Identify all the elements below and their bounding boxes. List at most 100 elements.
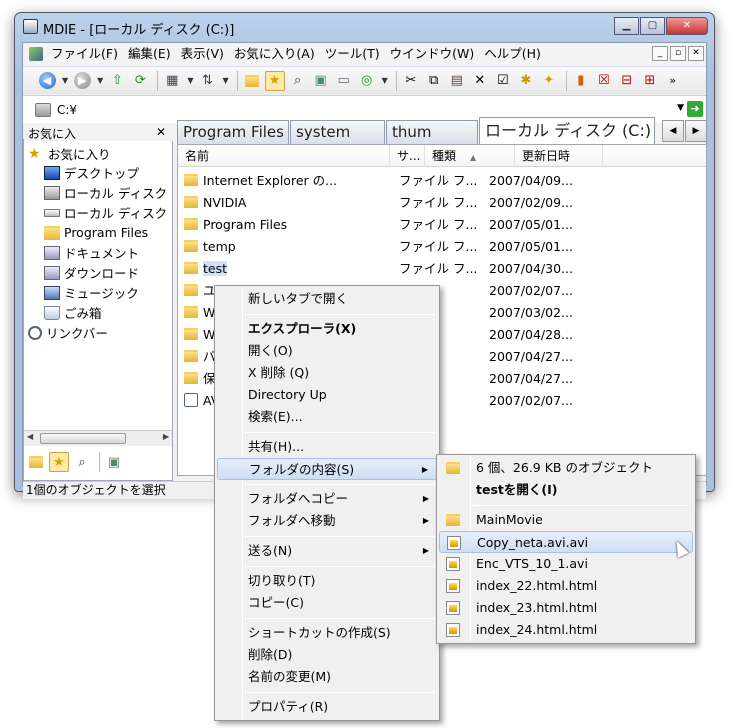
sub-item-index-22[interactable]: index_22.html.html: [439, 575, 693, 597]
scroll-left-icon[interactable]: ◀: [27, 432, 33, 441]
directory-up-item[interactable]: Directory Up: [217, 384, 437, 406]
copy-to-folder-item[interactable]: フォルダへコピー ▶: [217, 488, 437, 510]
paste-icon[interactable]: ▤: [447, 71, 467, 91]
go-icon[interactable]: ➜: [687, 101, 703, 117]
table-row[interactable]: Program Files ファイル フ... 2007/05/01...: [178, 214, 706, 236]
tab-scroll-right-icon[interactable]: ▶: [685, 120, 707, 142]
menu-view[interactable]: 表示(V): [176, 43, 229, 65]
tree-item-local-disk[interactable]: ローカル ディスク: [44, 183, 167, 202]
table-row[interactable]: test ファイル フ... 2007/04/30...: [178, 258, 706, 280]
tree-item-favorites[interactable]: ★ お気に入り: [28, 144, 111, 163]
tree-horizontal-scrollbar[interactable]: ◀ ▶: [24, 430, 172, 446]
tab-local-disk[interactable]: ローカル ディスク (C:): [479, 117, 655, 145]
tile-h-icon[interactable]: ⊟: [617, 71, 637, 91]
mdi-close-button[interactable]: ✕: [688, 46, 704, 61]
menu-favorites[interactable]: お気に入り(A): [229, 43, 320, 65]
back-dropdown-icon[interactable]: ▼: [62, 76, 68, 85]
tree-item-links[interactable]: リンクバー: [28, 323, 108, 342]
view-icon[interactable]: ▦: [162, 71, 182, 91]
close-tab-icon[interactable]: ☒: [594, 71, 614, 91]
up-folder-icon[interactable]: ⇧: [107, 71, 127, 91]
folder-contents-item[interactable]: フォルダの内容(S) ▶: [217, 458, 437, 480]
menu-file[interactable]: ファイル(F): [46, 43, 123, 65]
minimize-button[interactable]: ▁: [614, 17, 639, 35]
address-input[interactable]: C:¥: [57, 103, 77, 117]
mdi-minimize-button[interactable]: _: [652, 46, 668, 61]
cut-icon[interactable]: ✂: [401, 71, 421, 91]
open-item[interactable]: 開く(O): [217, 340, 437, 362]
menu-edit[interactable]: 編集(E): [123, 43, 176, 65]
mdi-restore-button[interactable]: ▫: [670, 46, 686, 61]
folder-icon[interactable]: [242, 71, 262, 91]
forward-dropdown-icon[interactable]: ▼: [97, 76, 103, 85]
search-item[interactable]: 検索(E)...: [217, 406, 437, 428]
close-pane-icon[interactable]: ✕: [156, 125, 166, 139]
column-name[interactable]: 名前: [178, 145, 390, 167]
image-icon[interactable]: ▣: [311, 71, 331, 91]
title-bar[interactable]: MDIE - [ローカル ディスク (C:)] ▁ ▢ ✕: [15, 13, 714, 41]
column-type[interactable]: 種類 ▲: [425, 145, 515, 167]
tab-thum[interactable]: thum: [386, 120, 478, 144]
create-shortcut-item[interactable]: ショートカットの作成(S): [217, 622, 437, 644]
table-row[interactable]: NVIDIA ファイル フ... 2007/02/09...: [178, 192, 706, 214]
scrollbar-thumb[interactable]: [40, 433, 126, 444]
favorites-star-icon[interactable]: ★: [49, 452, 69, 472]
copy-icon[interactable]: ⧉: [424, 71, 444, 91]
tree-item-music[interactable]: ミュージック: [44, 283, 139, 302]
tree-item-documents[interactable]: ドキュメント: [44, 243, 139, 262]
table-row[interactable]: temp ファイル フ... 2007/05/01...: [178, 236, 706, 258]
tile-v-icon[interactable]: ⊞: [640, 71, 660, 91]
tree-item-local-disk-2[interactable]: ローカル ディスク: [44, 203, 167, 222]
network-icon[interactable]: ◎: [357, 71, 377, 91]
tab-scroll-left-icon[interactable]: ◀: [662, 120, 684, 142]
sub-item-copy-neta[interactable]: Copy_neta.avi.avi: [439, 531, 693, 553]
sub-item-enc-vts[interactable]: Enc_VTS_10_1.avi: [439, 553, 693, 575]
folder-icon[interactable]: [26, 452, 46, 472]
drive-icon[interactable]: ▭: [334, 71, 354, 91]
properties-icon[interactable]: ☑: [493, 71, 513, 91]
explorer-item[interactable]: エクスプローラ(X): [217, 318, 437, 340]
table-row[interactable]: Internet Explorer の... ファイル フ... 2007/04/0…: [178, 170, 706, 192]
open-test-item[interactable]: testを開く(I): [439, 479, 693, 501]
address-dropdown-icon[interactable]: ▼: [677, 103, 684, 113]
tab-program-files[interactable]: Program Files: [177, 120, 289, 144]
tree-item-desktop[interactable]: デスクトップ: [44, 163, 139, 182]
maximize-button[interactable]: ▢: [640, 17, 665, 35]
forward-button[interactable]: ▶: [72, 71, 92, 91]
sort-icon[interactable]: ⇅: [197, 71, 217, 91]
sub-item-index-23[interactable]: index_23.html.html: [439, 597, 693, 619]
copy-item[interactable]: コピー(C): [217, 592, 437, 614]
bookmark-icon[interactable]: ▮: [571, 71, 591, 91]
send-to-item[interactable]: 送る(N) ▶: [217, 540, 437, 562]
refresh-icon[interactable]: ⟳: [130, 71, 150, 91]
menu-tools[interactable]: ツール(T): [320, 43, 385, 65]
column-size[interactable]: サ...: [390, 145, 425, 167]
column-date[interactable]: 更新日時: [515, 145, 603, 167]
image-icon[interactable]: ▣: [104, 452, 124, 472]
open-in-new-tab-item[interactable]: 新しいタブで開く: [217, 288, 437, 310]
back-button[interactable]: ◀: [37, 71, 57, 91]
search-icon[interactable]: ⌕: [288, 71, 308, 91]
network-dropdown-icon[interactable]: ▼: [382, 76, 388, 85]
menu-window[interactable]: ウインドウ(W): [385, 43, 480, 65]
tree-item-downloads[interactable]: ダウンロード: [44, 263, 139, 282]
search-icon[interactable]: ⌕: [72, 452, 92, 472]
scroll-right-icon[interactable]: ▶: [163, 432, 169, 441]
star-burst-icon[interactable]: ✦: [539, 71, 559, 91]
move-to-folder-item[interactable]: フォルダへ移動 ▶: [217, 510, 437, 532]
new-folder-icon[interactable]: ✱: [516, 71, 536, 91]
sort-dropdown-icon[interactable]: ▼: [222, 76, 228, 85]
sub-item-index-24[interactable]: index_24.html.html: [439, 619, 693, 641]
mdi-child-icon[interactable]: [29, 47, 43, 61]
cut-item[interactable]: 切り取り(T): [217, 570, 437, 592]
rename-item[interactable]: 名前の変更(M): [217, 666, 437, 688]
menu-help[interactable]: ヘルプ(H): [479, 43, 546, 65]
favorites-star-icon[interactable]: ★: [264, 70, 285, 91]
properties-item[interactable]: プロパティ(R): [217, 696, 437, 718]
delete-icon[interactable]: ✕: [470, 71, 490, 91]
tree-item-recycle-bin[interactable]: ごみ箱: [44, 303, 102, 322]
tab-system[interactable]: system: [290, 120, 385, 144]
toolbar-overflow-icon[interactable]: »: [663, 71, 683, 91]
delete-q-item[interactable]: X 削除 (Q): [217, 362, 437, 384]
share-item[interactable]: 共有(H)...: [217, 436, 437, 458]
